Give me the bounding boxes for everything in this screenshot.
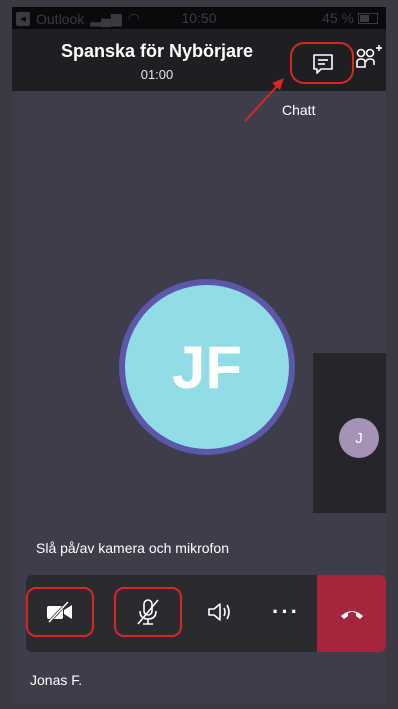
speaker-icon <box>208 603 230 621</box>
meeting-title: Spanska för Nybörjare <box>60 41 254 61</box>
hang-up-icon <box>340 610 363 619</box>
call-controls: ··· <box>26 575 386 652</box>
battery-percent: 45 % <box>322 10 354 26</box>
participant-avatar-ring: JF <box>119 279 295 455</box>
participant-avatar: JF <box>125 285 289 449</box>
status-bar: ◂ Outlook ▂▄▆ ◠ 10:50 45 % <box>12 7 386 29</box>
chat-button[interactable] <box>290 42 354 84</box>
more-icon: ··· <box>272 599 300 624</box>
self-video-tile[interactable]: J <box>313 353 386 513</box>
chat-icon <box>313 54 333 74</box>
chat-annotation-label: Chatt <box>282 102 316 118</box>
more-options-button[interactable]: ··· <box>258 587 314 637</box>
battery-icon <box>358 12 378 24</box>
instruction-caption: Slå på/av kamera och mikrofon <box>36 540 229 556</box>
camera-toggle-button[interactable] <box>26 587 94 637</box>
add-people-button[interactable] <box>354 43 384 75</box>
add-people-icon <box>356 45 382 68</box>
hang-up-button[interactable] <box>317 575 386 652</box>
call-screen: ◂ Outlook ▂▄▆ ◠ 10:50 45 % Spanska för N… <box>12 7 386 703</box>
self-name: Jonas F. <box>30 672 83 688</box>
mic-off-icon <box>137 599 159 625</box>
camera-off-icon <box>47 601 72 623</box>
speaker-button[interactable] <box>190 587 250 637</box>
call-header: Spanska för Nybörjare 01:00 <box>12 29 386 91</box>
mic-toggle-button[interactable] <box>114 587 182 637</box>
self-avatar: J <box>339 418 379 458</box>
